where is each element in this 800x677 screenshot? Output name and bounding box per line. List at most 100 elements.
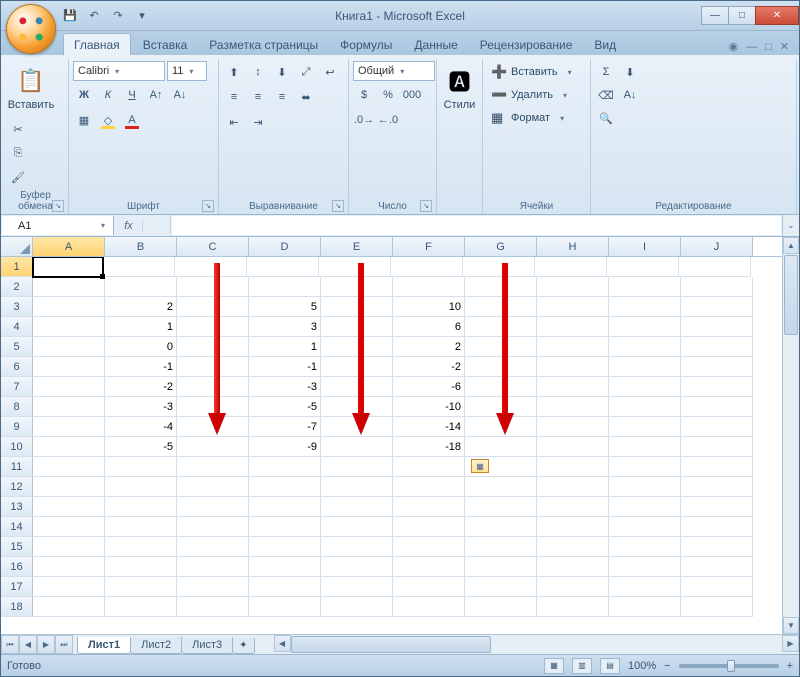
cell[interactable]: -5 — [249, 397, 321, 417]
zoom-out[interactable]: − — [664, 660, 670, 672]
cell[interactable] — [177, 597, 249, 617]
cell[interactable] — [537, 357, 609, 377]
find-select[interactable]: 🔍 — [595, 107, 617, 129]
maximize-button[interactable]: □ — [728, 6, 756, 25]
new-sheet[interactable]: ✦ — [232, 638, 254, 654]
min-ribbon-icon[interactable]: — — [746, 41, 757, 53]
merge-cells[interactable]: ⬌ — [295, 86, 317, 108]
cell[interactable] — [537, 597, 609, 617]
cell[interactable] — [177, 377, 249, 397]
cell[interactable]: 1 — [105, 317, 177, 337]
cell[interactable] — [681, 577, 753, 597]
cell[interactable]: -6 — [393, 377, 465, 397]
cell[interactable]: 2 — [393, 337, 465, 357]
first-sheet[interactable]: ⏮ — [1, 635, 19, 654]
cell[interactable] — [681, 597, 753, 617]
cell[interactable] — [465, 277, 537, 297]
cell[interactable] — [177, 477, 249, 497]
sheet-tab-1[interactable]: Лист1 — [77, 637, 131, 654]
qat-redo[interactable]: ↷ — [107, 5, 129, 27]
cell[interactable] — [321, 337, 393, 357]
copy-button[interactable]: ⎘ — [7, 142, 29, 164]
cell[interactable] — [537, 297, 609, 317]
cell[interactable] — [465, 337, 537, 357]
cell[interactable] — [537, 517, 609, 537]
cell[interactable] — [465, 537, 537, 557]
cell[interactable] — [105, 517, 177, 537]
align-launcher[interactable]: ↘ — [332, 200, 344, 212]
cell[interactable] — [537, 317, 609, 337]
select-all[interactable] — [1, 237, 33, 256]
cell[interactable] — [321, 557, 393, 577]
cell[interactable] — [321, 297, 393, 317]
row-header[interactable]: 9 — [1, 417, 33, 437]
font-size[interactable]: 11▾ — [167, 61, 207, 81]
hscroll-thumb[interactable] — [291, 636, 491, 653]
cell[interactable] — [609, 437, 681, 457]
scroll-right[interactable]: ▶ — [782, 635, 799, 652]
cell[interactable] — [609, 277, 681, 297]
cell[interactable] — [33, 517, 105, 537]
align-left[interactable]: ≡ — [223, 86, 245, 108]
close-wb-icon[interactable]: ✕ — [780, 40, 789, 53]
cell[interactable] — [249, 597, 321, 617]
cell[interactable] — [321, 517, 393, 537]
cell[interactable] — [321, 497, 393, 517]
sheet-tab-2[interactable]: Лист2 — [130, 637, 182, 654]
cell[interactable] — [679, 257, 751, 277]
cell[interactable] — [609, 417, 681, 437]
cell[interactable] — [177, 457, 249, 477]
cell[interactable] — [321, 597, 393, 617]
cell[interactable] — [249, 477, 321, 497]
cell[interactable] — [247, 257, 319, 277]
cell[interactable] — [609, 477, 681, 497]
cut-button[interactable]: ✂ — [7, 118, 29, 140]
delete-cells[interactable]: ➖Удалить▾ — [487, 84, 580, 106]
worksheet-grid[interactable]: A B C D E F G H I J 1232510413650126-1-1… — [1, 237, 799, 634]
col-header-B[interactable]: B — [105, 237, 177, 256]
align-center[interactable]: ≡ — [247, 86, 269, 108]
autofill-options[interactable]: ▦ — [471, 459, 489, 473]
cell[interactable] — [249, 497, 321, 517]
cell[interactable] — [465, 477, 537, 497]
cell[interactable] — [609, 517, 681, 537]
cell[interactable] — [33, 437, 105, 457]
cell[interactable] — [681, 357, 753, 377]
font-color[interactable]: A — [121, 109, 143, 131]
cell[interactable] — [321, 577, 393, 597]
cell[interactable]: 0 — [105, 337, 177, 357]
cell[interactable] — [249, 577, 321, 597]
autosum[interactable]: Σ — [595, 61, 617, 83]
qat-undo[interactable]: ↶ — [83, 5, 105, 27]
vscroll-thumb[interactable] — [784, 255, 798, 335]
cell[interactable] — [177, 497, 249, 517]
prev-sheet[interactable]: ◀ — [19, 635, 37, 654]
cell[interactable] — [537, 337, 609, 357]
cell[interactable] — [537, 397, 609, 417]
cell[interactable]: -2 — [393, 357, 465, 377]
insert-cells[interactable]: ➕Вставить▾ — [487, 61, 580, 83]
cell[interactable] — [681, 517, 753, 537]
cell[interactable] — [609, 537, 681, 557]
cell[interactable] — [33, 477, 105, 497]
row-header[interactable]: 12 — [1, 477, 33, 497]
decrease-decimal[interactable]: ←.0 — [377, 109, 399, 131]
cell[interactable] — [537, 457, 609, 477]
cell[interactable] — [177, 357, 249, 377]
cell[interactable] — [105, 557, 177, 577]
cell[interactable] — [33, 377, 105, 397]
cell[interactable]: -10 — [393, 397, 465, 417]
qat-customize[interactable]: ▾ — [131, 5, 153, 27]
cell[interactable] — [609, 377, 681, 397]
restore-wb-icon[interactable]: □ — [765, 41, 772, 53]
cell[interactable] — [465, 517, 537, 537]
cell[interactable] — [321, 277, 393, 297]
cell[interactable] — [535, 257, 607, 277]
cell[interactable] — [33, 297, 105, 317]
cell[interactable] — [681, 297, 753, 317]
cell[interactable] — [249, 537, 321, 557]
zoom-in[interactable]: + — [787, 660, 793, 672]
cell[interactable] — [393, 577, 465, 597]
cell[interactable] — [537, 437, 609, 457]
cell[interactable] — [177, 537, 249, 557]
